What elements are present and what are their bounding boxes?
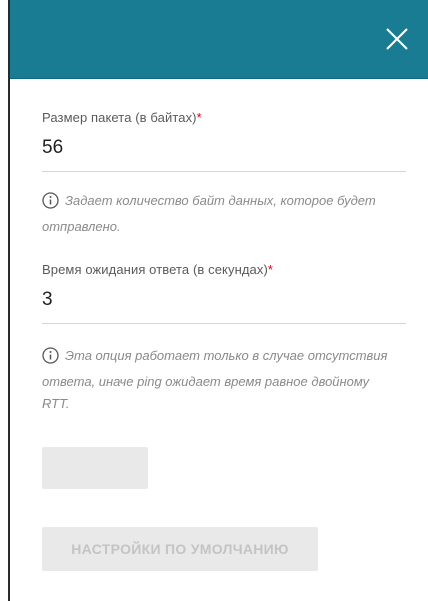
timeout-hint-text: Эта опция работает только в случае отсут… — [42, 348, 388, 411]
packet-size-field: Размер пакета (в байтах)* 56 — [42, 110, 406, 172]
timeout-hint: Эта опция работает только в случае отсут… — [42, 345, 392, 415]
dialog-header — [10, 0, 428, 79]
restore-defaults-button[interactable]: НАСТРОЙКИ ПО УМОЛЧАНИЮ — [42, 527, 318, 571]
packet-size-input[interactable]: 56 — [42, 137, 406, 172]
packet-size-hint-text: Задает количество байт данных, которое б… — [42, 193, 376, 234]
timeout-label: Время ожидания ответа (в секундах) — [42, 262, 268, 277]
ping-settings-dialog: Размер пакета (в байтах)* 56 Задает коли… — [8, 0, 428, 601]
required-mark: * — [267, 262, 274, 277]
close-icon — [386, 28, 408, 50]
info-icon — [42, 347, 59, 371]
timeout-input[interactable]: 3 — [42, 289, 406, 324]
apply-button[interactable] — [42, 447, 148, 489]
packet-size-label: Размер пакета (в байтах) — [42, 110, 197, 125]
close-button[interactable] — [384, 26, 410, 52]
timeout-field: Время ожидания ответа (в секундах)* 3 — [42, 262, 406, 324]
info-icon — [42, 192, 59, 216]
packet-size-hint: Задает количество байт данных, которое б… — [42, 190, 392, 238]
required-mark: * — [196, 110, 202, 125]
